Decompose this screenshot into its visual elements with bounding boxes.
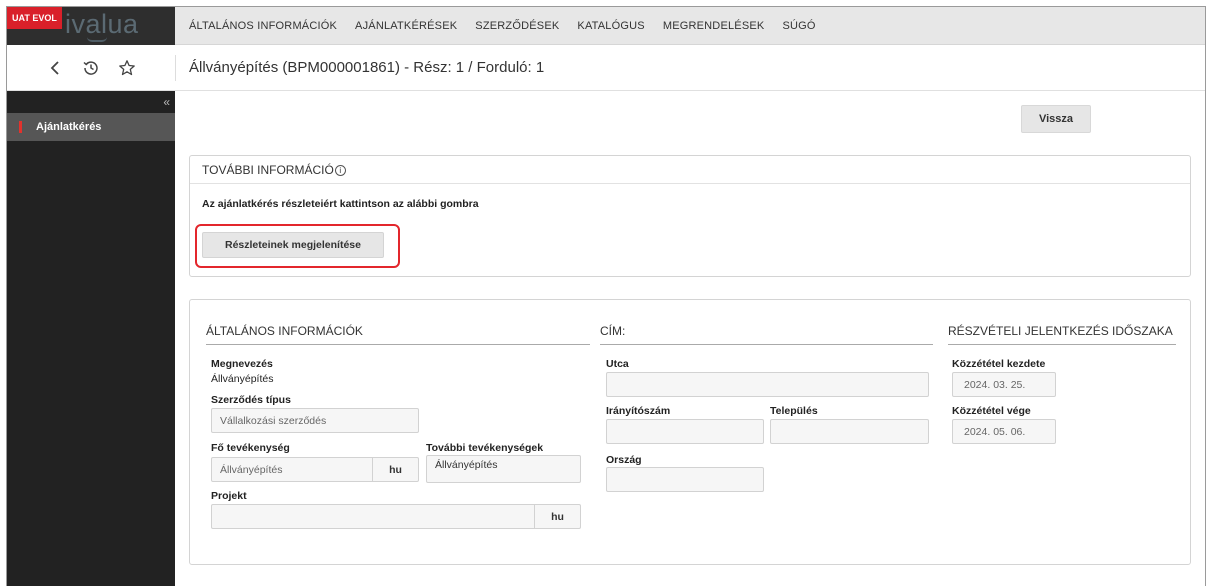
city-field[interactable] xyxy=(770,419,929,444)
contract-type-label: Szerződés típus xyxy=(211,394,291,406)
publication-end-value: 2024. 05. 06. xyxy=(964,426,1026,438)
app-window: ivalua UAT EVOL ÁLTALÁNOS INFORMÁCIÓK AJ… xyxy=(6,6,1206,586)
contract-type-field[interactable]: Vállalkozási szerződés xyxy=(211,408,419,433)
environment-badge: UAT EVOL xyxy=(7,7,62,29)
country-field[interactable] xyxy=(606,467,764,492)
more-info-title: TOVÁBBI INFORMÁCIÓ xyxy=(202,163,334,177)
info-icon[interactable]: i xyxy=(334,165,346,176)
publication-start-label: Közzététel kezdete xyxy=(952,358,1046,370)
country-label: Ország xyxy=(606,454,642,466)
nav-item-tenders[interactable]: AJÁNLATKÉRÉSEK xyxy=(355,20,457,32)
sidebar-item-tender[interactable]: Ajánlatkérés xyxy=(7,113,175,141)
collapse-sidebar-icon[interactable]: « xyxy=(163,95,170,109)
logo-smile-icon xyxy=(87,37,107,42)
more-info-header: TOVÁBBI INFORMÁCIÓ i xyxy=(190,156,1190,184)
main-activity-value: Állványépítés xyxy=(220,464,283,476)
zip-label: Irányítószám xyxy=(606,405,671,417)
back-button[interactable]: Vissza xyxy=(1021,105,1091,133)
project-field[interactable]: hu xyxy=(211,504,581,529)
publication-end-label: Közzététel vége xyxy=(952,405,1031,417)
other-activities-label: További tevékenységek xyxy=(426,442,544,454)
publication-end-field[interactable]: 2024. 05. 06. xyxy=(952,419,1056,444)
main-nav: ÁLTALÁNOS INFORMÁCIÓK AJÁNLATKÉRÉSEK SZE… xyxy=(189,7,834,45)
title-separator xyxy=(175,55,176,81)
name-value: Állványépítés xyxy=(211,373,274,385)
sidebar-item-label: Ajánlatkérés xyxy=(36,121,102,133)
sidebar: « Ajánlatkérés xyxy=(7,91,175,586)
history-icon[interactable] xyxy=(82,59,100,77)
nav-item-general-info[interactable]: ÁLTALÁNOS INFORMÁCIÓK xyxy=(189,20,337,32)
zip-field[interactable] xyxy=(606,419,764,444)
publication-start-value: 2024. 03. 25. xyxy=(964,379,1026,391)
project-lang: hu xyxy=(534,505,580,528)
main-activity-lang: hu xyxy=(372,458,418,481)
address-title: CÍM: xyxy=(600,324,933,345)
other-activities-field[interactable]: Állványépítés xyxy=(426,455,581,483)
contract-type-value: Vállalkozási szerződés xyxy=(220,415,327,427)
more-info-panel: TOVÁBBI INFORMÁCIÓ i Az ajánlatkérés rész… xyxy=(189,155,1191,277)
name-label: Megnevezés xyxy=(211,358,273,370)
nav-item-contracts[interactable]: SZERZŐDÉSEK xyxy=(475,20,559,32)
back-chevron-icon[interactable] xyxy=(46,59,64,77)
main-activity-field[interactable]: Állványépítés hu xyxy=(211,457,419,482)
general-info-title: ÁLTALÁNOS INFORMÁCIÓK xyxy=(206,324,590,345)
main-content: Vissza TOVÁBBI INFORMÁCIÓ i Az ajánlatkér… xyxy=(175,91,1205,586)
main-activity-label: Fő tevékenység xyxy=(211,442,290,454)
title-bar-icons xyxy=(7,45,175,91)
nav-item-help[interactable]: SÚGÓ xyxy=(782,20,815,32)
page-title: Állványépítés (BPM000001861) - Rész: 1 /… xyxy=(189,59,545,76)
title-bar: Állványépítés (BPM000001861) - Rész: 1 /… xyxy=(7,45,1205,91)
nav-item-catalog[interactable]: KATALÓGUS xyxy=(577,20,644,32)
general-info-panel: ÁLTALÁNOS INFORMÁCIÓK Megnevezés Állvány… xyxy=(189,299,1191,565)
more-info-text: Az ajánlatkérés részleteiért kattintson … xyxy=(202,198,479,210)
publication-start-field[interactable]: 2024. 03. 25. xyxy=(952,372,1056,397)
logo-area[interactable]: ivalua UAT EVOL xyxy=(7,7,175,45)
ivalua-logo: ivalua xyxy=(65,9,139,39)
street-label: Utca xyxy=(606,358,629,370)
street-field[interactable] xyxy=(606,372,929,397)
nav-item-orders[interactable]: MEGRENDELÉSEK xyxy=(663,20,765,32)
registration-title: RÉSZVÉTELI JELENTKEZÉS IDŐSZAKA xyxy=(948,324,1176,345)
active-marker-icon xyxy=(19,121,22,133)
star-icon[interactable] xyxy=(118,59,136,77)
other-activities-value: Állványépítés xyxy=(435,459,498,471)
city-label: Település xyxy=(770,405,818,417)
top-bar: ivalua UAT EVOL ÁLTALÁNOS INFORMÁCIÓK AJ… xyxy=(7,7,1205,45)
show-details-button[interactable]: Részleteinek megjelenítése xyxy=(202,232,384,258)
project-label: Projekt xyxy=(211,490,247,502)
